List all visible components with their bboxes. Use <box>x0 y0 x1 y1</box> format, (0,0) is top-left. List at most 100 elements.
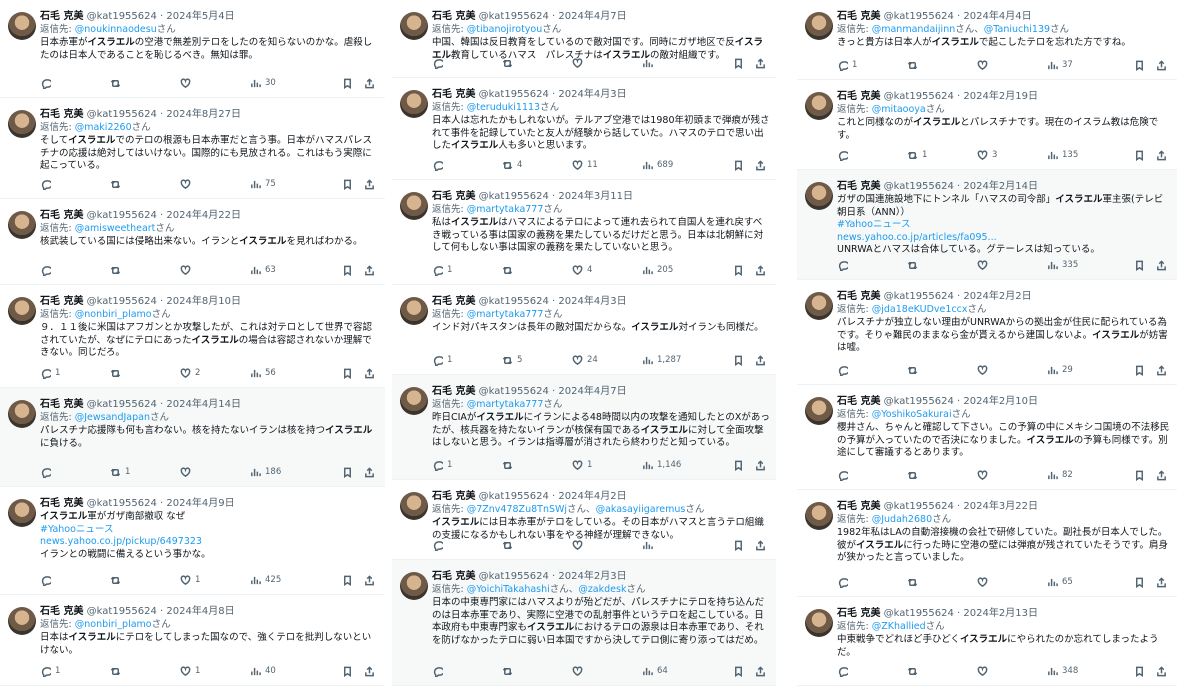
retweet-button[interactable] <box>110 575 125 586</box>
hashtag-link[interactable]: #Yahooニュース <box>40 524 379 537</box>
bookmark-button[interactable] <box>1134 150 1145 161</box>
reply-to-handle[interactable]: @Taniuchi139 <box>984 24 1050 35</box>
avatar[interactable] <box>805 12 833 40</box>
share-button[interactable] <box>755 354 766 366</box>
tweet-date[interactable]: 2024年2月10日 <box>963 396 1038 407</box>
like-button[interactable]: 1 <box>180 575 200 586</box>
author-name[interactable]: 石毛 克美 <box>432 191 475 202</box>
reply-to-handle[interactable]: @JewsandJapan <box>75 412 150 423</box>
avatar[interactable] <box>8 12 36 40</box>
avatar[interactable] <box>400 297 428 325</box>
tweet-date[interactable]: 2024年4月3日 <box>558 89 626 100</box>
share-button[interactable] <box>364 466 375 478</box>
like-button[interactable]: 24 <box>572 355 598 366</box>
tweet-card[interactable]: 石毛 克美 @kat1955624 · 2024年4月4日 返信先: @manma… <box>797 0 1177 80</box>
retweet-button[interactable] <box>907 365 922 376</box>
avatar[interactable] <box>400 90 428 118</box>
reply-button[interactable] <box>837 365 852 376</box>
share-button[interactable] <box>364 264 375 276</box>
author-name[interactable]: 石毛 克美 <box>40 11 83 22</box>
bookmark-button[interactable] <box>733 666 744 677</box>
reply-to-handle[interactable]: @maki2260 <box>75 122 132 133</box>
avatar[interactable] <box>805 92 833 120</box>
author-handle[interactable]: @kat1955624 <box>884 501 954 512</box>
share-button[interactable] <box>1156 469 1167 481</box>
author-handle[interactable]: @kat1955624 <box>87 296 157 307</box>
avatar[interactable] <box>8 400 36 428</box>
tweet-date[interactable]: 2024年8月10日 <box>166 296 241 307</box>
bookmark-button[interactable] <box>342 78 353 89</box>
share-button[interactable] <box>755 264 766 276</box>
like-button[interactable] <box>977 365 992 376</box>
tweet-card[interactable]: 石毛 克美 @kat1955624 · 2024年4月3日 返信先: @terud… <box>392 78 776 180</box>
retweet-button[interactable] <box>110 265 125 276</box>
like-button[interactable] <box>977 60 992 71</box>
author-name[interactable]: 石毛 克美 <box>432 89 475 100</box>
tweet-card[interactable]: 石毛 克美 @kat1955624 · 2024年8月10日 返信先: @nonb… <box>0 285 385 388</box>
retweet-button[interactable]: 5 <box>502 355 522 366</box>
share-button[interactable] <box>755 459 766 471</box>
bookmark-button[interactable] <box>342 179 353 190</box>
author-handle[interactable]: @kat1955624 <box>87 606 157 617</box>
reply-button[interactable] <box>40 467 55 478</box>
views-button[interactable]: 335 <box>1047 260 1078 271</box>
reply-to-handle[interactable]: @mitaooya <box>872 104 926 115</box>
views-button[interactable] <box>642 540 657 551</box>
like-button[interactable] <box>572 540 587 551</box>
avatar[interactable] <box>8 110 36 138</box>
views-button[interactable]: 186 <box>250 467 281 478</box>
tweet-date[interactable]: 2024年4月22日 <box>166 210 241 221</box>
bookmark-button[interactable] <box>733 355 744 366</box>
retweet-button[interactable] <box>907 60 922 71</box>
author-name[interactable]: 石毛 克美 <box>40 210 83 221</box>
author-name[interactable]: 石毛 克美 <box>432 11 475 22</box>
tweet-card[interactable]: 石毛 克美 @kat1955624 · 2024年5月4日 返信先: @nouki… <box>0 0 385 98</box>
tweet-date[interactable]: 2024年2月3日 <box>558 571 626 582</box>
tweet-card[interactable]: 石毛 克美 @kat1955624 · 2024年2月19日 返信先: @mita… <box>797 80 1177 170</box>
author-name[interactable]: 石毛 克美 <box>40 296 83 307</box>
views-button[interactable]: 65 <box>1047 577 1073 588</box>
bookmark-button[interactable] <box>342 368 353 379</box>
avatar[interactable] <box>805 182 833 210</box>
bookmark-button[interactable] <box>1134 260 1145 271</box>
reply-button[interactable]: 1 <box>432 265 452 276</box>
author-name[interactable]: 石毛 克美 <box>40 399 83 410</box>
avatar[interactable] <box>400 387 428 415</box>
like-button[interactable] <box>180 467 195 478</box>
views-button[interactable]: 1,146 <box>642 460 681 471</box>
tweet-date[interactable]: 2024年2月19日 <box>963 91 1038 102</box>
views-button[interactable]: 1,287 <box>642 355 681 366</box>
bookmark-button[interactable] <box>342 467 353 478</box>
tweet-card[interactable]: 石毛 克美 @kat1955624 · 2024年3月22日 返信先: @Juda… <box>797 490 1177 597</box>
tweet-date[interactable]: 2024年3月22日 <box>963 501 1038 512</box>
like-button[interactable] <box>572 666 587 677</box>
retweet-button[interactable]: 4 <box>502 160 522 171</box>
share-button[interactable] <box>364 367 375 379</box>
share-button[interactable] <box>1156 59 1167 71</box>
bookmark-button[interactable] <box>342 265 353 276</box>
author-name[interactable]: 石毛 克美 <box>432 491 475 502</box>
tweet-card[interactable]: 石毛 克美 @kat1955624 · 2024年2月3日 返信先: @Yoich… <box>392 560 776 686</box>
reply-to-handle[interactable]: @teruduki1113 <box>467 102 540 113</box>
like-button[interactable] <box>977 260 992 271</box>
views-button[interactable]: 40 <box>250 666 276 677</box>
tweet-date[interactable]: 2024年8月27日 <box>166 109 241 120</box>
reply-to-handle[interactable]: @martytaka777 <box>467 309 544 320</box>
bookmark-button[interactable] <box>1134 60 1145 71</box>
avatar[interactable] <box>805 292 833 320</box>
reply-to-handle[interactable]: @Judah2680 <box>872 514 932 525</box>
author-handle[interactable]: @kat1955624 <box>884 291 954 302</box>
bookmark-button[interactable] <box>733 540 744 551</box>
views-button[interactable] <box>642 58 657 69</box>
views-button[interactable]: 689 <box>642 160 673 171</box>
like-button[interactable] <box>572 58 587 69</box>
author-handle[interactable]: @kat1955624 <box>479 491 549 502</box>
share-button[interactable] <box>1156 665 1167 677</box>
author-name[interactable]: 石毛 克美 <box>432 386 475 397</box>
author-handle[interactable]: @kat1955624 <box>884 91 954 102</box>
retweet-button[interactable] <box>907 666 922 677</box>
author-name[interactable]: 石毛 克美 <box>837 181 880 192</box>
retweet-button[interactable] <box>110 666 125 677</box>
tweet-date[interactable]: 2024年2月2日 <box>963 291 1031 302</box>
like-button[interactable] <box>180 78 195 89</box>
